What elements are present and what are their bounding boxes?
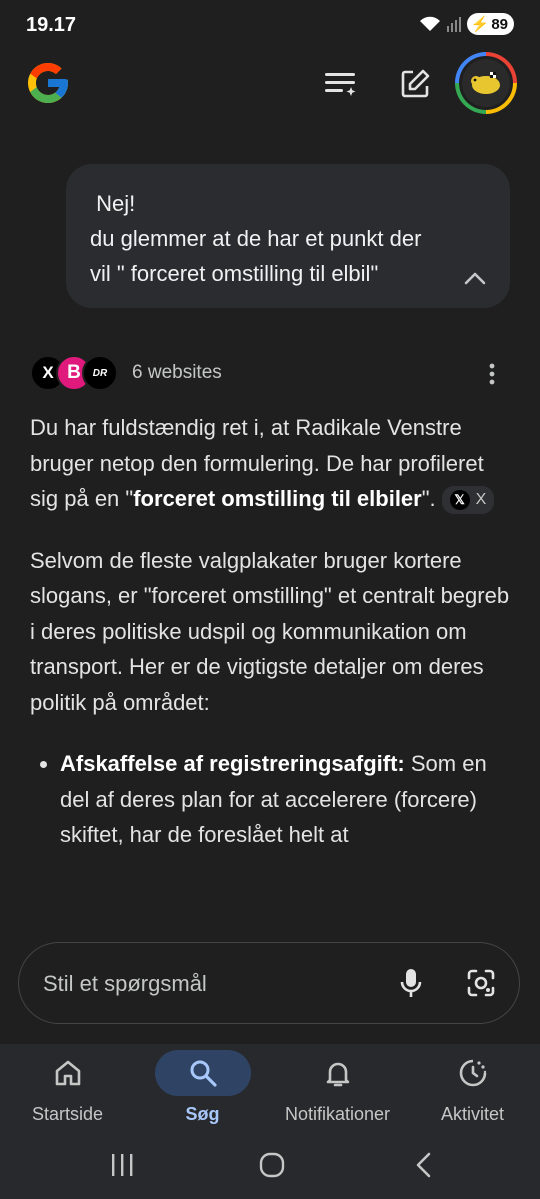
answer-bullet-list: Afskaffelse af registreringsafgift: Som …	[30, 746, 514, 853]
charging-icon: ⚡	[470, 16, 490, 33]
recent-apps-button[interactable]	[102, 1148, 142, 1182]
nav-label-notifications: Notifikationer	[284, 1104, 391, 1124]
profile-avatar[interactable]	[455, 52, 517, 114]
user-message-bubble: Nej! du glemmer at de har et punkt der v…	[66, 164, 510, 308]
user-message-text: Nej! du glemmer at de har et punkt der v…	[90, 191, 422, 286]
home-system-button[interactable]	[252, 1148, 292, 1182]
citation-chip-label: X	[475, 491, 487, 509]
compose-button[interactable]	[393, 62, 437, 106]
voice-search-button[interactable]	[391, 963, 431, 1003]
nav-item-activity[interactable]: Aktivitet	[405, 1050, 540, 1130]
compose-icon	[401, 69, 430, 98]
ai-answer: Du har fuldstændig ret i, at Radikale Ve…	[30, 410, 514, 853]
ask-input[interactable]	[41, 963, 375, 1005]
status-time: 19.17	[26, 14, 77, 36]
signal-icon	[446, 17, 461, 32]
back-chevron-icon	[416, 1152, 431, 1178]
bell-icon	[326, 1062, 349, 1087]
search-icon	[190, 1060, 217, 1087]
collapse-chevron-icon[interactable]	[462, 266, 488, 292]
bottom-navigation: Startside Søg Notifikationer Aktivitet	[0, 1044, 540, 1134]
google-g-logo[interactable]	[24, 59, 72, 107]
battery-level: 89	[491, 15, 508, 33]
history-menu-icon	[325, 73, 356, 96]
nav-item-search[interactable]: Søg	[135, 1050, 270, 1130]
x-logo-icon: 𝕏	[449, 490, 470, 511]
avatar-animal-icon	[471, 72, 500, 94]
ask-input-bar	[18, 942, 520, 1024]
system-navigation-bar	[0, 1134, 540, 1199]
sources-row[interactable]: X B DR 6 websites	[30, 355, 222, 391]
bullet-heading: Afskaffelse af registreringsafgift:	[60, 751, 405, 776]
answer-paragraph-2: Selvom de fleste valgplakater bruger kor…	[30, 547, 510, 715]
list-item: Afskaffelse af registreringsafgift: Som …	[60, 746, 514, 853]
home-icon	[55, 1060, 80, 1086]
nav-label-activity: Aktivitet	[440, 1104, 505, 1124]
citation-chip[interactable]: 𝕏X	[441, 486, 495, 515]
wifi-icon	[419, 16, 440, 31]
app-header	[0, 50, 540, 120]
history-menu-button[interactable]	[319, 62, 363, 106]
nav-label-search: Søg	[185, 1104, 220, 1124]
answer-bold-phrase: forceret omstilling til elbiler	[133, 486, 422, 511]
nav-item-notifications[interactable]: Notifikationer	[270, 1050, 405, 1130]
lens-camera-icon	[467, 969, 495, 997]
nav-item-home[interactable]: Startside	[0, 1050, 135, 1130]
answer-paragraph-1: Du har fuldstændig ret i, at Radikale Ve…	[30, 410, 514, 517]
more-options-icon[interactable]	[484, 362, 500, 386]
nav-label-home: Startside	[31, 1104, 104, 1124]
activity-icon	[459, 1059, 486, 1087]
recent-apps-icon	[112, 1154, 133, 1176]
sources-count: 6 websites	[132, 362, 222, 383]
status-bar: 19.17 ⚡ 89	[0, 0, 540, 50]
home-circle-icon	[259, 1152, 285, 1178]
source-dr-icon: DR	[82, 355, 118, 391]
status-icons: ⚡ 89	[419, 13, 514, 35]
avatar-image	[462, 59, 510, 107]
back-button[interactable]	[404, 1148, 444, 1182]
battery-indicator: ⚡ 89	[466, 13, 514, 35]
microphone-icon	[400, 969, 422, 997]
lens-button[interactable]	[461, 963, 501, 1003]
